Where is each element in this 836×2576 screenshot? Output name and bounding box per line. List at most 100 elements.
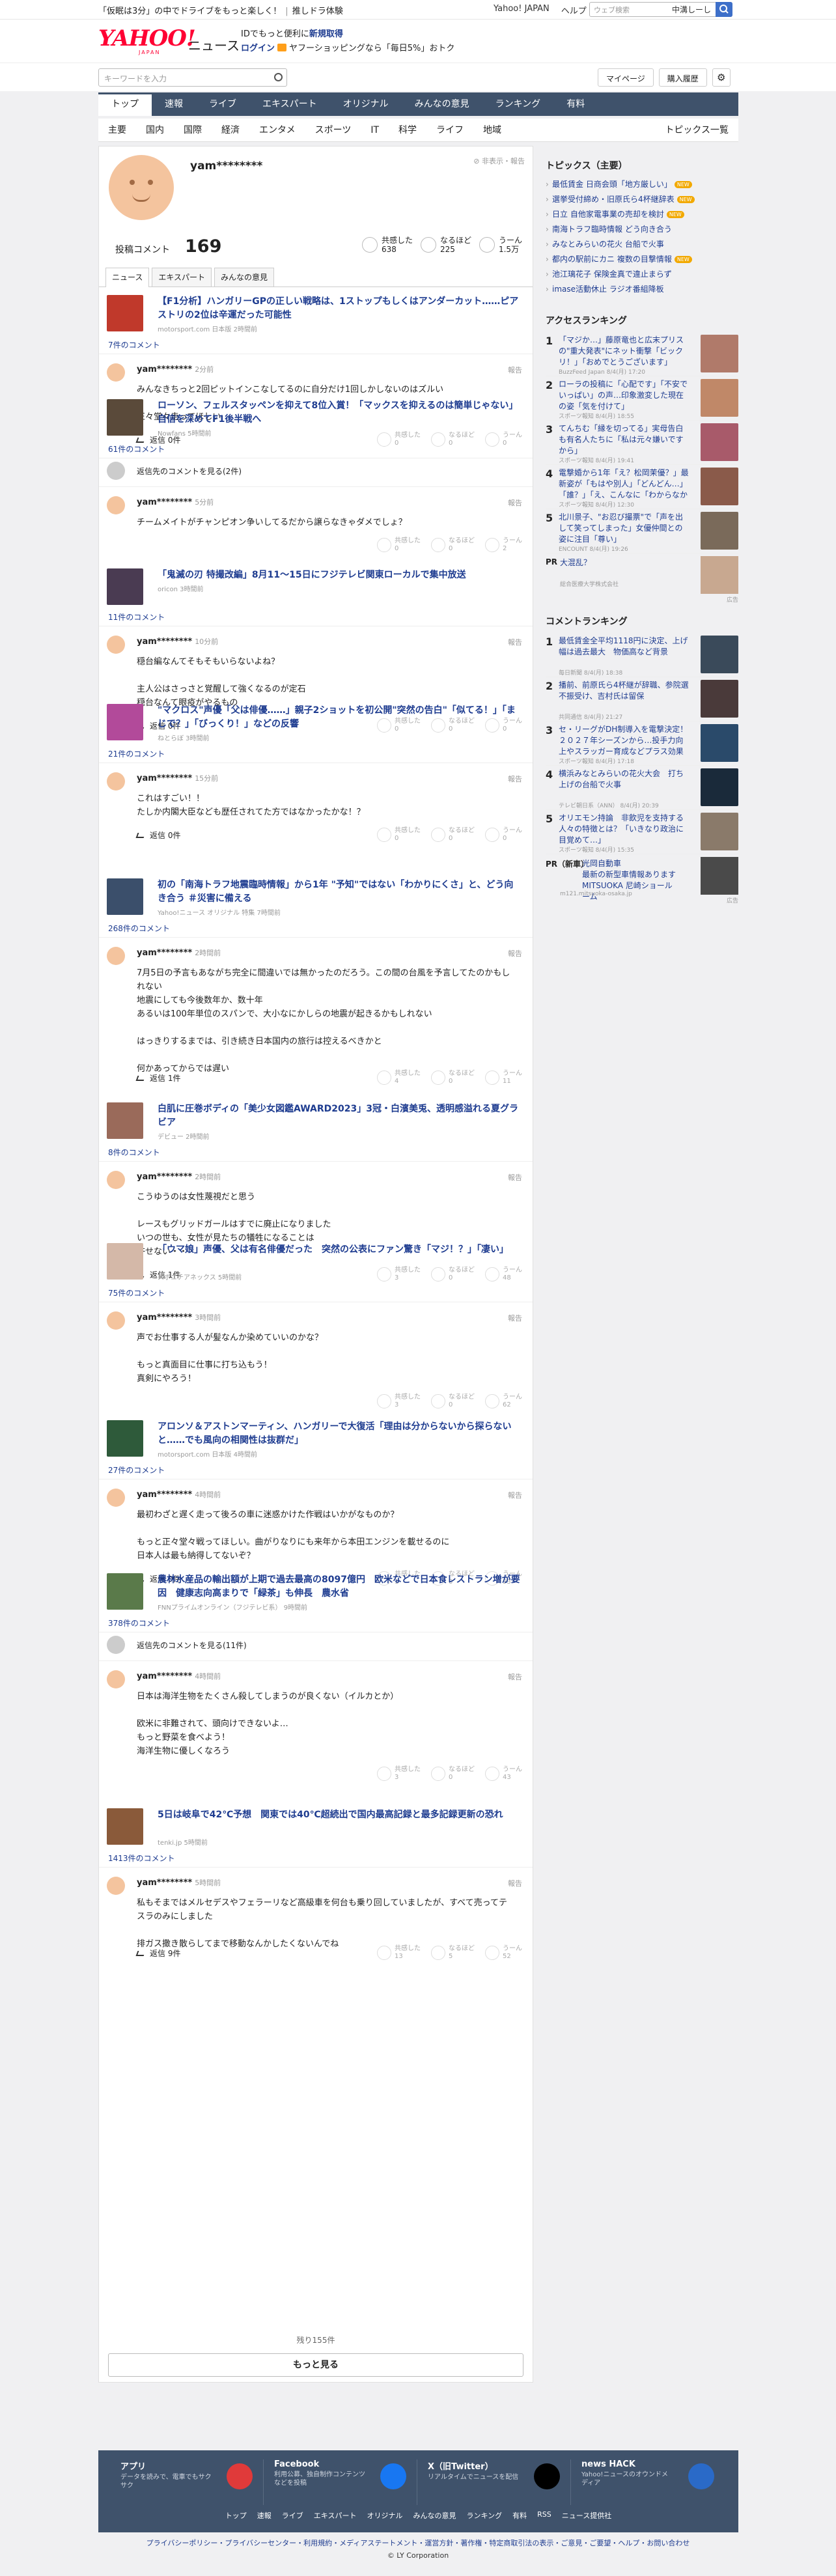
report-link[interactable]: 報告 [508,1672,522,1682]
article-title[interactable]: 「鬼滅の刃 特撮改編」8月11〜15日にフジテレビ関東ローカルで集中放送 [158,568,522,582]
nav-tab[interactable]: トップ [98,92,152,116]
web-search-select[interactable]: 中溝しーし [672,4,715,15]
login-link[interactable]: ログイン [241,44,275,53]
ranking-item[interactable]: 3 セ・リーグがDH制導入を電撃決定！ ２０２７年シーズンから…投手力向上やスラッ… [546,721,738,766]
reaction-button[interactable]: なるほど 0 [431,537,475,553]
reaction-button[interactable]: うーん 52 [485,1945,522,1961]
promo-text[interactable]: 「仮眠は3分」の中でドライブをもっと楽しく！ | 推しドラ体験 [98,4,343,16]
topic-title[interactable]: 選挙受付締め・旧原氏ら4杯継辞表 [552,195,675,204]
article-title[interactable]: 初の「南海トラフ地震臨時情報」から1年 "予知"ではない「わかりにくさ」と、どう… [158,878,522,906]
subnav-item[interactable]: エンタメ [249,119,305,141]
web-search-button[interactable] [716,2,732,17]
nav-tab[interactable]: エキスパート [249,92,330,116]
footer-link[interactable]: オリジナル [367,2510,402,2521]
reaction-button[interactable]: うーん 48 [485,1267,522,1282]
report-link[interactable]: 報告 [508,365,522,375]
mypage-button[interactable]: マイページ [598,68,654,87]
tab[interactable]: ニュース [105,268,150,287]
rank-title[interactable]: 横浜みなとみらいの花火大会 打ち上げの台船で火事 [559,768,689,791]
ranking-item[interactable]: 2 ローラの投稿に「心配です」「不安でいっぱい」の声…印象激変した現在の姿「気を付… [546,376,738,421]
article-title[interactable]: アロンソ＆アストンマーティン、ハンガリーで大復活「理由は分からないから探らないと… [158,1420,522,1448]
article-title[interactable]: 農林水産品の輸出額が上期で過去最高の8097億円 欧米などで日本食レストラン増が… [158,1573,522,1601]
footer-app-link[interactable]: アプリ データを読みで、電車でもサクサク [110,2459,264,2505]
reaction-button[interactable]: 共感した 4 [377,1070,421,1085]
help-link[interactable]: ヘルプ [561,4,587,16]
rank-title[interactable]: 播前、前原氏ら4杯継が辞職、参院選不振受け、吉村氏は留保 [559,680,689,702]
subnav-item[interactable]: 地域 [473,119,511,141]
shopping-promo[interactable]: ヤフーショッピングなら「毎日5%」おトク [289,44,454,53]
topic-item[interactable]: 南海トラフ臨時情報 どう向き合う [546,222,738,237]
reply-button[interactable]: 返信 0件 [135,830,180,841]
article-title[interactable]: 5日は岐阜で42℃予想 関東では40℃超続出で国内最高記録と最多記録更新の恐れ [158,1808,522,1822]
comment-count-link[interactable]: 378件のコメント [108,1617,170,1629]
footer-link[interactable]: RSS [537,2510,551,2521]
footer-link[interactable]: みんなの意見 [413,2510,456,2521]
article-title[interactable]: 白肌に圧巻ボディの「美少女図鑑AWARD2023」3冠・白濱美兎、透明感溢れる夏… [158,1102,522,1130]
comment-count-link[interactable]: 61件のコメント [108,443,165,455]
yj-link[interactable]: Yahoo! JAPAN [494,4,550,16]
subnav-item[interactable]: 国内 [136,119,174,141]
access-pr[interactable]: PR 大混乱？ 総合医療大学株式会社 広告 [546,553,738,604]
comment-count-link[interactable]: 27件のコメント [108,1464,165,1476]
reply-button[interactable]: 返信 1件 [135,1072,180,1084]
reaction-button[interactable]: なるほど 0 [431,1393,475,1409]
reaction-button[interactable]: 共感した 0 [377,432,421,447]
ranking-item[interactable]: 4 横浜みなとみらいの花火大会 打ち上げの台船で火事 テレビ朝日系（ANN） 8/4… [546,766,738,810]
footer-link[interactable]: 速報 [257,2510,272,2521]
ranking-item[interactable]: 1 最低賃金全平均1118円に決定、上げ幅は過去最大 物価高など背景 毎日新聞 8/… [546,633,738,677]
tab[interactable]: エキスパート [152,268,212,287]
register-link[interactable]: 新規取得 [309,29,343,39]
comment-count-link[interactable]: 8件のコメント [108,1147,160,1158]
comment-count-link[interactable]: 75件のコメント [108,1287,165,1298]
footer-link[interactable]: 有料 [512,2510,527,2521]
history-button[interactable]: 購入履歴 [658,68,707,87]
subnav-item[interactable]: 国際 [174,119,212,141]
pending-reply[interactable]: 返信先のコメントを見る(2件) [99,458,533,483]
comment-count-link[interactable]: 7件のコメント [108,339,160,350]
reaction-button[interactable]: 共感した 3 [377,1267,421,1282]
comment-count-link[interactable]: 268件のコメント [108,923,170,934]
topic-title[interactable]: imase活動休止 ラジオ番組降板 [552,285,664,294]
report-link[interactable]: 報告 [508,1878,522,1888]
report-link[interactable]: 報告 [508,497,522,508]
parent-comment-link[interactable]: 返信先のコメントを見る(2件) [137,466,242,477]
rank-title[interactable]: 電撃婚から1年「え？松岡茉優？」最新姿が「もはや別人」「どんどん…」「誰？」「え… [559,468,689,501]
more-button[interactable]: もっと見る [108,2353,523,2377]
footer-link[interactable]: ライブ [282,2510,303,2521]
reaction-button[interactable]: なるほど 5 [431,1945,475,1961]
report-link[interactable]: 報告 [508,637,522,647]
comment-count-link[interactable]: 21件のコメント [108,748,165,759]
reaction-button[interactable]: 共感した 0 [377,537,421,553]
footer-app-link[interactable]: news HACK Yahoo!ニュースのオウンドメディア [571,2459,725,2505]
ranking-item[interactable]: 2 播前、前原氏ら4杯継が辞職、参院選不振受け、吉村氏は留保 共同通信 8/4(月)… [546,677,738,721]
report-link[interactable]: 報告 [508,948,522,959]
reaction-button[interactable]: うーん 43 [485,1766,522,1782]
web-search[interactable]: ウェブ検索 中溝しーし [589,2,732,17]
topic-title[interactable]: 日立 自他家電事業の売却を検討 [552,210,664,219]
reaction-button[interactable]: なるほど 0 [431,827,475,843]
legal-links[interactable]: プライバシーポリシー・プライバシーセンター・利用規約・メディアステートメント・運… [0,2538,836,2549]
footer-link[interactable]: エキスパート [314,2510,357,2521]
rank-title[interactable]: てんちむ「縁を切ってる」実母告白も有名人たちに「私は元々嫌いですから」 [559,423,689,456]
reaction-button[interactable]: うーん 0 [485,827,522,843]
ranking-item[interactable]: 3 てんちむ「縁を切ってる」実母告白も有名人たちに「私は元々嫌いですから」 スポーツ… [546,421,738,465]
search-icon[interactable] [274,73,283,81]
web-search-input[interactable]: ウェブ検索 [590,5,672,15]
reaction-button[interactable]: 共感した 0 [377,827,421,843]
nav-tab[interactable]: ランキング [482,92,554,116]
reaction-button[interactable]: うーん 0 [485,432,522,447]
reaction-button[interactable]: なるほど 0 [431,1070,475,1085]
rank-title[interactable]: 「マジか…」藤原竜也と広末プリスの"重大発表"にネット衝撃「ビックリ！」「おめで… [559,335,689,368]
pending-reply[interactable]: 返信先のコメントを見る(11件) [99,1632,533,1657]
topic-item[interactable]: 都内の駅前にカニ 複数の目撃情報NEW [546,252,738,267]
reaction-button[interactable]: うーん 11 [485,1070,522,1085]
rank-title[interactable]: 最低賃金全平均1118円に決定、上げ幅は過去最大 物価高など背景 [559,636,689,658]
footer-link[interactable]: ニュース提供社 [562,2510,611,2521]
report-link[interactable]: 報告 [508,1313,522,1323]
ranking-item[interactable]: 4 電撃婚から1年「え？松岡茉優？」最新姿が「もはや別人」「どんどん…」「誰？」「… [546,465,738,509]
reply-button[interactable]: 返信 9件 [135,1948,180,1959]
reaction-button[interactable]: なるほど 0 [431,1766,475,1782]
topic-item[interactable]: 最低賃金 日商会頭「地方厳しい」NEW [546,177,738,192]
topic-title[interactable]: みなとみらいの花火 台船で火事 [552,240,664,249]
reaction-button[interactable]: 共感した 3 [377,1393,421,1409]
